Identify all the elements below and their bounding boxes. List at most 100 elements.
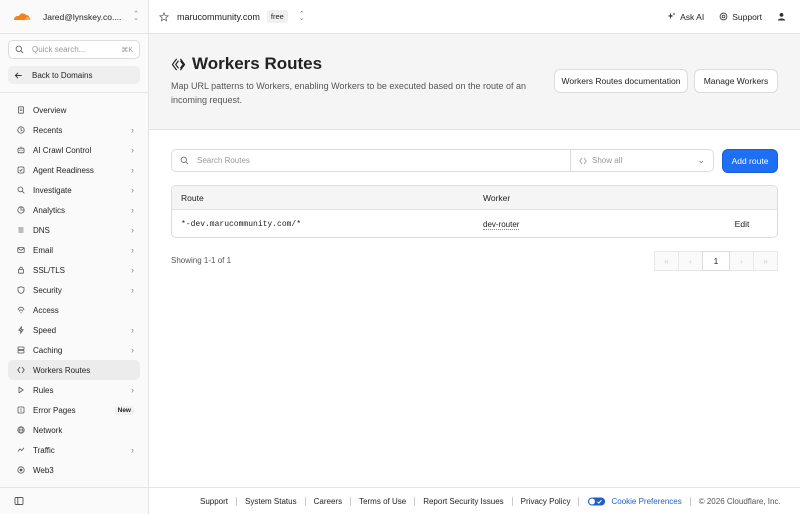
prev-page-button[interactable]: ‹ [678, 251, 703, 271]
next-page-button[interactable]: › [729, 251, 754, 271]
first-page-button[interactable]: « [654, 251, 679, 271]
sidebar-item-label: Analytics [33, 205, 66, 215]
sidebar-item-label: Investigate [33, 185, 72, 195]
sidebar-item-label: Agent Readiness [33, 165, 94, 175]
sidebar-item-label: SSL/TLS [33, 265, 66, 275]
copyright: © 2026 Cloudflare, Inc. [698, 496, 781, 506]
footer-link-system-status[interactable]: System Status [237, 496, 306, 506]
sidebar-item-agent-readiness[interactable]: Agent Readiness › [8, 160, 140, 180]
sidebar-item-analytics[interactable]: Analytics › [8, 200, 140, 220]
back-to-domains-button[interactable]: Back to Domains [8, 66, 140, 84]
sidebar-item-label: Security [33, 285, 62, 295]
sidebar-footer [0, 487, 149, 514]
caching-icon [17, 346, 25, 354]
manage-workers-button[interactable]: Manage Workers [694, 69, 778, 93]
chevron-right-icon: › [131, 445, 134, 455]
sidebar-item-traffic[interactable]: Traffic › [8, 440, 140, 460]
sidebar-item-label: Overview [33, 105, 67, 115]
sidebar-item-ssl-tls[interactable]: SSL/TLS › [8, 260, 140, 280]
last-page-button[interactable]: » [753, 251, 778, 271]
quick-search-input[interactable] [32, 45, 122, 54]
footer-link-support[interactable]: Support [192, 496, 238, 506]
route-search-input[interactable] [197, 156, 562, 165]
quick-search-box[interactable]: ⌘K [8, 40, 140, 59]
pagination: « ‹ 1 › » [654, 251, 778, 271]
chevron-updown-icon: ⌃ ⌄ [133, 10, 139, 22]
sidebar-item-ai-crawl-control[interactable]: AI Crawl Control › [8, 140, 140, 160]
support-label: Support [732, 11, 762, 22]
table-header: Route Worker [172, 186, 777, 210]
privacy-toggle-icon [588, 496, 606, 506]
search-icon [15, 45, 24, 54]
sidebar-item-label: Email [33, 245, 54, 255]
page-header: Workers Routes Map URL patterns to Worke… [149, 34, 800, 130]
worker-filter-select[interactable]: Show all ⌄ [571, 150, 713, 171]
document-icon [18, 106, 24, 114]
sidebar-item-access[interactable]: Access [8, 300, 140, 320]
routes-toolbar: Show all ⌄ [171, 149, 714, 172]
sidebar-item-network[interactable]: Network [8, 420, 140, 440]
error-page-icon [17, 406, 25, 414]
sidebar-item-label: Network [33, 425, 63, 435]
sidebar: Jared@lynskey.co.... ⌃⌄ ⌘K Back to Domai… [0, 0, 149, 514]
plan-badge: free [266, 10, 288, 23]
footer-link-report-security[interactable]: Report Security Issues [415, 496, 513, 506]
chevron-right-icon: › [131, 245, 134, 255]
sidebar-item-web3[interactable]: Web3 [8, 460, 140, 480]
sidebar-item-label: Caching [33, 345, 63, 355]
table-row: *-dev.marucommunity.com/* dev-router Edi… [172, 210, 777, 237]
ask-ai-button[interactable]: Ask AI [667, 12, 704, 22]
mail-icon [17, 247, 25, 253]
sidebar-item-rules[interactable]: Rules › [8, 380, 140, 400]
sidebar-item-label: Error Pages [33, 405, 76, 415]
user-menu-button[interactable] [777, 12, 790, 21]
sidebar-item-overview[interactable]: Overview [8, 100, 140, 120]
bolt-icon [18, 326, 24, 334]
domain-name[interactable]: marucommunity.com [177, 12, 260, 22]
sidebar-item-label: AI Crawl Control [33, 145, 92, 155]
sidebar-item-email[interactable]: Email › [8, 240, 140, 260]
chevron-right-icon: › [131, 225, 134, 235]
star-icon[interactable] [159, 11, 169, 22]
chevron-right-icon: › [131, 165, 134, 175]
sidebar-item-caching[interactable]: Caching › [8, 340, 140, 360]
collapse-sidebar-icon[interactable] [14, 496, 24, 506]
cookie-preferences-link[interactable]: Cookie Preferences [579, 496, 691, 506]
chevron-right-icon: › [131, 325, 134, 335]
current-page[interactable]: 1 [702, 251, 730, 271]
cookie-preferences-label: Cookie Preferences [611, 496, 682, 506]
sidebar-item-label: Workers Routes [33, 365, 91, 375]
sidebar-item-speed[interactable]: Speed › [8, 320, 140, 340]
account-switcher[interactable]: Jared@lynskey.co.... ⌃ ⌄ [0, 0, 149, 34]
sidebar-item-investigate[interactable]: Investigate › [8, 180, 140, 200]
sidebar-item-dns[interactable]: DNS › [8, 220, 140, 240]
footer-link-careers[interactable]: Careers [306, 496, 352, 506]
chevron-right-icon: › [131, 205, 134, 215]
sidebar-item-recents[interactable]: Recents › [8, 120, 140, 140]
footer-link-terms[interactable]: Terms of Use [351, 496, 416, 506]
chevron-right-icon: › [131, 145, 134, 155]
rules-icon [18, 386, 24, 394]
dns-icon [18, 227, 24, 233]
results-count: Showing 1-1 of 1 [171, 256, 232, 265]
domain-switcher-icon[interactable]: ⌃ ⌄ [299, 11, 305, 22]
sidebar-item-security[interactable]: Security › [8, 280, 140, 300]
routes-table: Route Worker *-dev.marucommunity.com/* d… [171, 185, 778, 238]
sidebar-nav: Overview Recents › AI Crawl Control › Agent R… [8, 100, 140, 480]
support-button[interactable]: Support [719, 12, 762, 22]
back-to-domains-label: Back to Domains [32, 70, 93, 80]
route-search-box[interactable] [172, 150, 571, 171]
add-route-button[interactable]: Add route [722, 149, 778, 173]
page-title: Workers Routes [192, 54, 323, 73]
footer-link-privacy[interactable]: Privacy Policy [513, 496, 580, 506]
edit-route-button[interactable]: Edit [717, 219, 777, 229]
traffic-icon [17, 447, 25, 452]
worker-link[interactable]: dev-router [483, 219, 520, 230]
workers-routes-docs-button[interactable]: Workers Routes documentation [554, 69, 688, 93]
sidebar-item-label: Recents [33, 125, 63, 135]
sidebar-item-error-pages[interactable]: Error Pages New [8, 400, 140, 420]
filter-selected-value: Show all [592, 156, 623, 165]
sidebar-item-workers-routes[interactable]: Workers Routes [8, 360, 140, 380]
worker-cell: dev-router [475, 219, 717, 230]
search-icon [17, 186, 25, 194]
